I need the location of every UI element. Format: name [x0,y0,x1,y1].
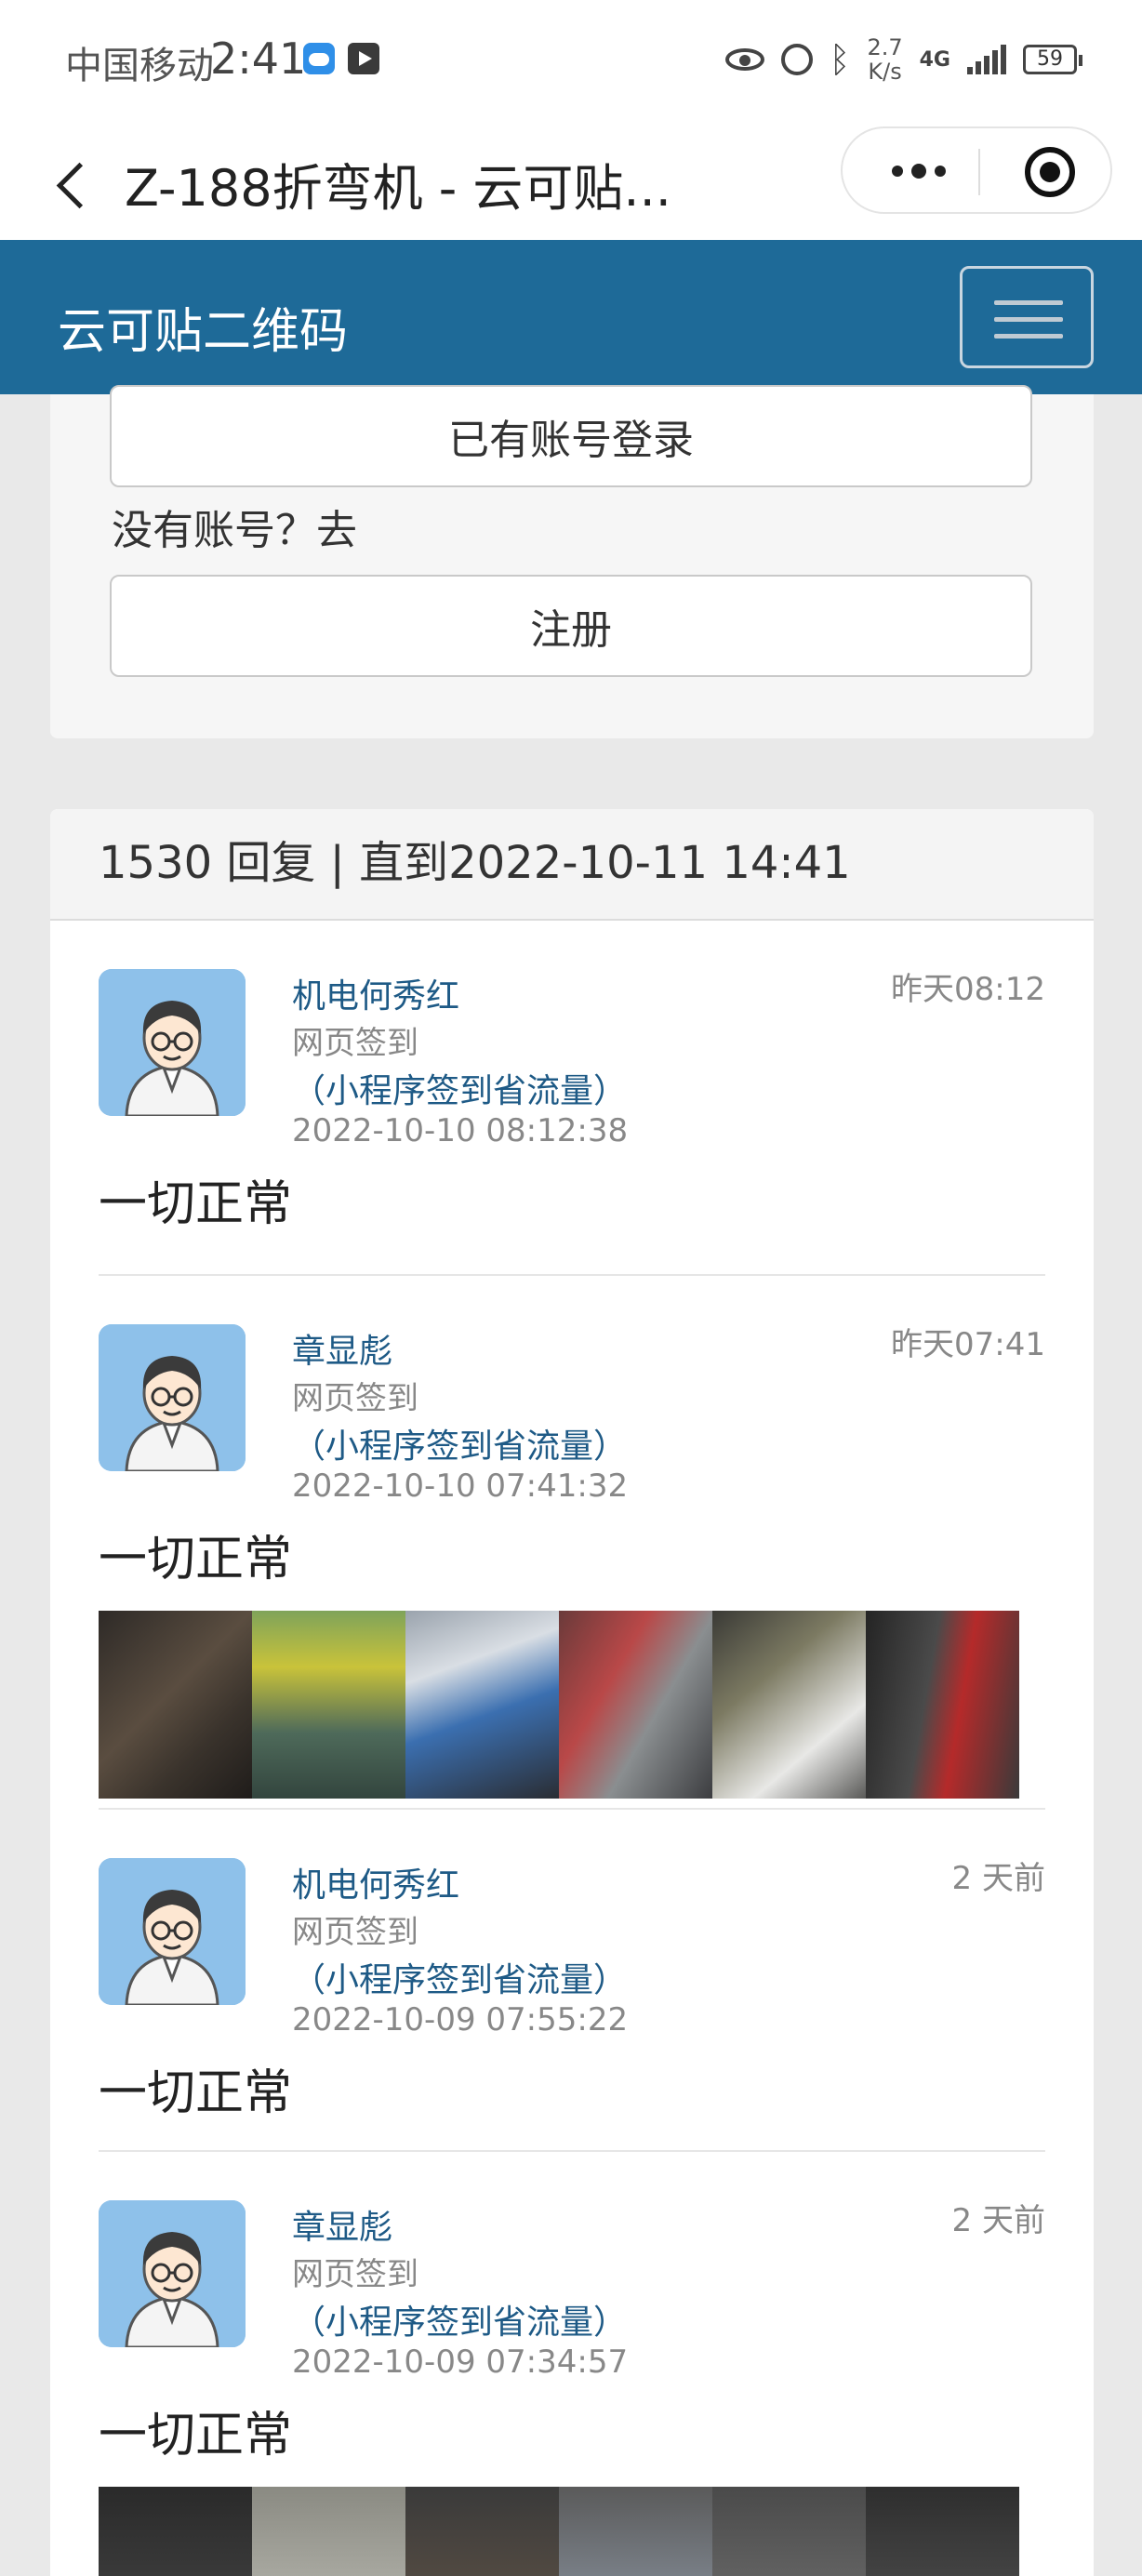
photo-thumbnail[interactable] [99,2487,252,2576]
register-button[interactable]: 注册 [110,575,1032,677]
reply-date: 2022-10-10 07:41:32 [292,1467,629,1505]
login-button[interactable]: 已有账号登录 [110,385,1032,487]
eye-icon [724,48,764,71]
photo-thumbnail[interactable] [559,2487,712,2576]
alarm-icon [780,44,813,75]
photo-thumbnail[interactable] [405,2487,559,2576]
site-brand[interactable]: 云可贴二维码 [58,292,348,362]
reply-type: 网页签到 [292,1380,418,1417]
reply-type: 网页签到 [292,1025,418,1062]
network-type: 4G [919,47,950,72]
photo-thumbnail[interactable] [866,2487,1019,2576]
battery-icon: 59 [1023,45,1082,74]
capsule-divider [978,149,980,195]
photo-thumbnail[interactable] [252,2487,405,2576]
photo-thumbnail[interactable] [405,1611,559,1799]
signal-icon [967,45,1006,74]
reply-date: 2022-10-09 07:34:57 [292,2344,629,2381]
more-dots-icon[interactable] [882,151,956,192]
back-arrow-icon[interactable] [46,149,102,214]
mini-program-link[interactable]: （小程序签到省流量） [292,1953,627,2001]
reply-item: 章显彪 2 天前 网页签到 （小程序签到省流量） 2022-10-09 07:3… [99,2152,1045,2576]
user-avatar-icon [99,2200,246,2347]
mini-program-link[interactable]: （小程序签到省流量） [292,1064,627,1112]
speed-value: 2.7 [867,34,903,60]
reply-text: 一切正常 [99,1532,293,1587]
clock: 2:41 [210,33,307,84]
photo-strip [99,1611,1019,1799]
cloud-icon [303,43,335,74]
reply-text: 一切正常 [99,2065,293,2121]
reply-relative-time: 昨天08:12 [891,971,1045,1008]
bluetooth-icon: ᛒ [829,39,851,80]
user-avatar-icon [99,1858,246,2005]
reply-item: 章显彪 昨天07:41 网页签到 （小程序签到省流量） 2022-10-10 0… [99,1276,1045,1810]
photo-thumbnail[interactable] [712,2487,866,2576]
photo-thumbnail[interactable] [866,1611,1019,1799]
reply-author[interactable]: 章显彪 [292,1324,392,1373]
reply-item: 机电何秀红 昨天08:12 网页签到 （小程序签到省流量） 2022-10-10… [99,921,1045,1276]
avatar[interactable] [99,1324,246,1471]
avatar[interactable] [99,969,246,1116]
photo-thumbnail[interactable] [99,1611,252,1799]
play-icon [348,43,379,74]
photo-strip [99,2487,1019,2576]
speed-unit: K/s [868,59,902,85]
status-bar: 中国移动 2:41 ᛒ 2.7 K/s 4G 59 [0,0,1142,121]
reply-type: 网页签到 [292,2256,418,2293]
reply-author[interactable]: 机电何秀红 [292,1858,459,1906]
network-speed: 2.7 K/s [867,35,902,84]
avatar[interactable] [99,1858,246,2005]
reply-text: 一切正常 [99,1176,293,1232]
menu-toggle-icon[interactable] [960,266,1094,368]
carrier-label: 中国移动 [65,45,214,87]
mini-program-navbar: Z-188折弯机 - 云可贴... [0,121,1142,240]
reply-relative-time: 2 天前 [951,2202,1045,2239]
reply-date: 2022-10-10 08:12:38 [292,1112,629,1149]
photo-thumbnail[interactable] [252,1611,405,1799]
user-avatar-icon [99,969,246,1116]
login-card: 已有账号登录 没有账号？去 注册 [50,385,1094,738]
reply-author[interactable]: 机电何秀红 [292,969,459,1017]
photo-thumbnail[interactable] [712,1611,866,1799]
user-avatar-icon [99,1324,246,1471]
no-account-text: 没有账号？去 [112,507,357,554]
photo-thumbnail[interactable] [559,1611,712,1799]
reply-relative-time: 2 天前 [951,1860,1045,1897]
mini-program-link[interactable]: （小程序签到省流量） [292,1419,627,1467]
reply-item: 机电何秀红 2 天前 网页签到 （小程序签到省流量） 2022-10-09 07… [99,1810,1045,2152]
close-target-icon[interactable] [1025,147,1075,197]
reply-type: 网页签到 [292,1914,418,1951]
reply-author[interactable]: 章显彪 [292,2200,392,2249]
replies-header: 1530 回复 | 直到2022-10-11 14:41 [50,809,1094,921]
replies-panel: 1530 回复 | 直到2022-10-11 14:41 机电何秀红 昨天08:… [50,809,1094,2576]
capsule-menu [841,126,1112,214]
page-title: Z-188折弯机 - 云可贴... [125,159,671,218]
reply-date: 2022-10-09 07:55:22 [292,2001,629,2038]
mini-program-link[interactable]: （小程序签到省流量） [292,2295,627,2344]
status-icons: ᛒ 2.7 K/s 4G 59 [724,32,1082,87]
reply-text: 一切正常 [99,2408,293,2463]
avatar[interactable] [99,2200,246,2347]
reply-relative-time: 昨天07:41 [891,1326,1045,1363]
site-header: 云可贴二维码 [0,240,1142,394]
